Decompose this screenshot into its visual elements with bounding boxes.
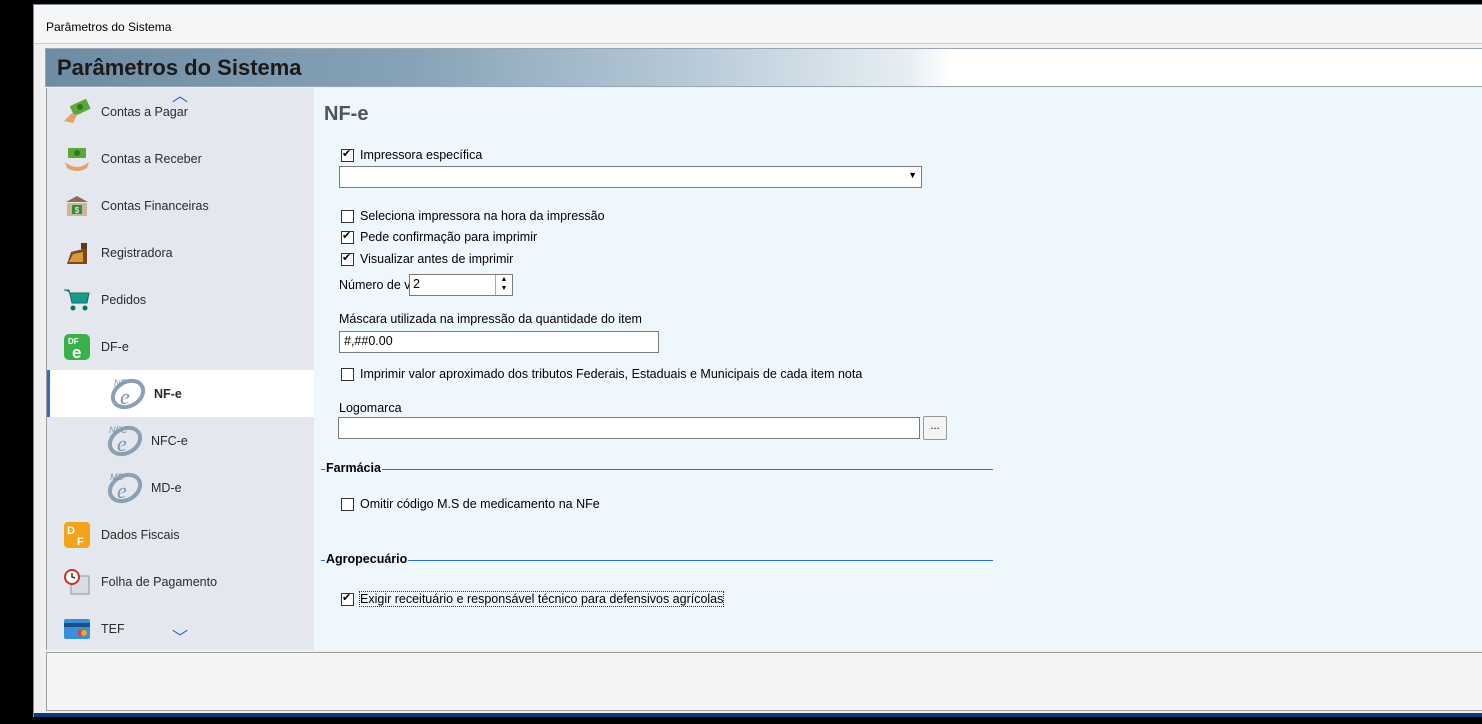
cart-icon bbox=[63, 286, 91, 314]
sidebar-item-nfce[interactable]: e NFC NFC-e bbox=[47, 417, 315, 464]
agropecuario-section-divider: Agropecuário bbox=[321, 552, 993, 566]
sidebar-item-label: Contas a Receber bbox=[101, 151, 202, 166]
visualizar-checkbox[interactable]: Visualizar antes de imprimir bbox=[341, 251, 514, 266]
sidebar-scroll-up-icon[interactable]: ︿ bbox=[169, 89, 191, 105]
field-label: Máscara utilizada na impressão da quanti… bbox=[339, 312, 642, 326]
checkbox-label: Impressora específica bbox=[360, 148, 483, 162]
nfce-icon: e NFC bbox=[105, 421, 145, 461]
sidebar-item-pedidos[interactable]: Pedidos bbox=[47, 276, 315, 323]
exigir-receituario-checkbox[interactable]: Exigir receituário e responsável técnico… bbox=[341, 591, 725, 607]
sidebar-scroll-down-icon[interactable]: ﹀ bbox=[169, 631, 191, 647]
seleciona-impressora-checkbox[interactable]: Seleciona impressora na hora da impressã… bbox=[341, 209, 605, 223]
logomarca-input[interactable] bbox=[338, 417, 920, 439]
mascara-label: Máscara utilizada na impressão da quanti… bbox=[339, 312, 642, 326]
window-title: Parâmetros do Sistema bbox=[46, 20, 172, 34]
sidebar-item-label: Folha de Pagamento bbox=[101, 574, 218, 589]
sidebar-item-label: NF-e bbox=[154, 386, 182, 401]
mde-icon: e MD bbox=[105, 468, 145, 508]
sidebar-item-contas-financeiras[interactable]: $ Contas Financeiras bbox=[47, 182, 315, 229]
svg-text:$: $ bbox=[75, 206, 80, 215]
sidebar-item-folha-de-pagamento[interactable]: Folha de Pagamento bbox=[47, 558, 315, 605]
checkbox-checked[interactable] bbox=[341, 251, 354, 266]
checkbox-checked[interactable] bbox=[341, 229, 354, 244]
money-receive-icon bbox=[63, 145, 91, 173]
impressora-especifica-checkbox[interactable]: Impressora específica bbox=[341, 147, 483, 162]
dados-fiscais-icon: DF bbox=[63, 521, 91, 549]
money-hand-icon bbox=[63, 98, 91, 126]
sidebar-item-nfe[interactable]: e NF NF-e bbox=[47, 370, 315, 417]
sidebar-item-dfe[interactable]: DF e DF-e bbox=[47, 323, 315, 370]
sidebar-item-label: DF-e bbox=[101, 339, 129, 354]
svg-text:NF: NF bbox=[114, 378, 126, 388]
clock-calendar-icon bbox=[63, 568, 91, 596]
farmacia-section-divider: Farmácia bbox=[321, 461, 993, 475]
sidebar-item-registradora[interactable]: Registradora bbox=[47, 229, 315, 276]
sidebar-item-label: Pedidos bbox=[101, 292, 147, 307]
svg-text:F: F bbox=[77, 536, 84, 548]
svg-text:NFC: NFC bbox=[109, 425, 128, 435]
pede-confirmacao-checkbox[interactable]: Pede confirmação para imprimir bbox=[341, 229, 538, 244]
nfe-icon: e NF bbox=[108, 374, 148, 414]
checkbox-label: Imprimir valor aproximado dos tributos F… bbox=[360, 367, 863, 381]
svg-text:e: e bbox=[72, 343, 81, 361]
checkbox-label: Seleciona impressora na hora da impressã… bbox=[360, 209, 605, 223]
checkbox-label: Visualizar antes de imprimir bbox=[360, 252, 514, 266]
checkbox-unchecked[interactable] bbox=[341, 497, 354, 511]
title-bar[interactable]: Parâmetros do Sistema bbox=[34, 5, 1482, 44]
checkbox-label: Pede confirmação para imprimir bbox=[360, 230, 538, 244]
page-header-title: Parâmetros do Sistema bbox=[57, 55, 302, 80]
svg-text:MD: MD bbox=[110, 472, 124, 482]
checkbox-label: Exigir receituário e responsável técnico… bbox=[358, 591, 725, 607]
imprimir-tributos-checkbox[interactable]: Imprimir valor aproximado dos tributos F… bbox=[341, 367, 862, 381]
numero-vias-spinner[interactable]: 2 ▲ ▼ bbox=[409, 274, 513, 296]
section-title: Agropecuário bbox=[325, 552, 409, 566]
sidebar-item-label: Registradora bbox=[101, 245, 173, 260]
settings-window: Parâmetros do Sistema Parâmetros do Sist… bbox=[33, 4, 1482, 717]
bottom-accent-bar bbox=[34, 713, 1482, 717]
spinner-value: 2 bbox=[413, 277, 420, 291]
sidebar-item-contas-a-receber[interactable]: Contas a Receber bbox=[47, 135, 315, 182]
bank-icon: $ bbox=[63, 192, 91, 220]
mascara-input[interactable]: #,##0.00 bbox=[339, 331, 659, 353]
checkbox-label: Omitir código M.S de medicamento na NFe bbox=[360, 497, 600, 511]
printer-select[interactable]: ▼ bbox=[339, 166, 922, 188]
sidebar-item-label: NFC-e bbox=[151, 433, 188, 448]
sidebar-item-label: TEF bbox=[101, 621, 125, 636]
checkbox-unchecked[interactable] bbox=[341, 209, 354, 223]
sidebar-item-label: Dados Fiscais bbox=[101, 527, 180, 542]
header-banner: Parâmetros do Sistema bbox=[45, 48, 1482, 87]
field-label: Logomarca bbox=[339, 401, 402, 415]
input-value: #,##0.00 bbox=[344, 334, 393, 348]
page-title: NF-e bbox=[324, 103, 369, 125]
settings-panel: NF-e Impressora específica ▼ Seleciona i… bbox=[314, 88, 1482, 650]
sidebar-item-label: Contas Financeiras bbox=[101, 198, 209, 213]
sidebar-item-mde[interactable]: e MD MD-e bbox=[47, 464, 315, 511]
dfe-icon: DF e bbox=[63, 333, 91, 361]
chevron-down-icon[interactable]: ▼ bbox=[908, 170, 917, 180]
checkbox-unchecked[interactable] bbox=[341, 367, 354, 381]
cash-register-icon bbox=[63, 239, 91, 267]
checkbox-checked[interactable] bbox=[341, 147, 354, 162]
checkbox-checked[interactable] bbox=[341, 591, 354, 606]
sidebar-item-dados-fiscais[interactable]: DF Dados Fiscais bbox=[47, 511, 315, 558]
spinner-buttons[interactable]: ▲ ▼ bbox=[495, 275, 512, 295]
section-title: Farmácia bbox=[325, 461, 382, 475]
omitir-codigo-checkbox[interactable]: Omitir código M.S de medicamento na NFe bbox=[341, 497, 600, 511]
svg-text:D: D bbox=[67, 525, 75, 537]
logomarca-label: Logomarca bbox=[339, 401, 402, 415]
sidebar: Contas a Pagar Contas a Receber $ Contas… bbox=[46, 88, 315, 650]
credit-card-icon bbox=[63, 615, 91, 643]
sidebar-item-label: Contas a Pagar bbox=[101, 104, 188, 119]
footer-panel bbox=[46, 652, 1482, 711]
browse-button[interactable]: ... bbox=[923, 416, 947, 440]
sidebar-item-label: MD-e bbox=[151, 480, 182, 495]
browse-button-label: ... bbox=[930, 420, 940, 432]
